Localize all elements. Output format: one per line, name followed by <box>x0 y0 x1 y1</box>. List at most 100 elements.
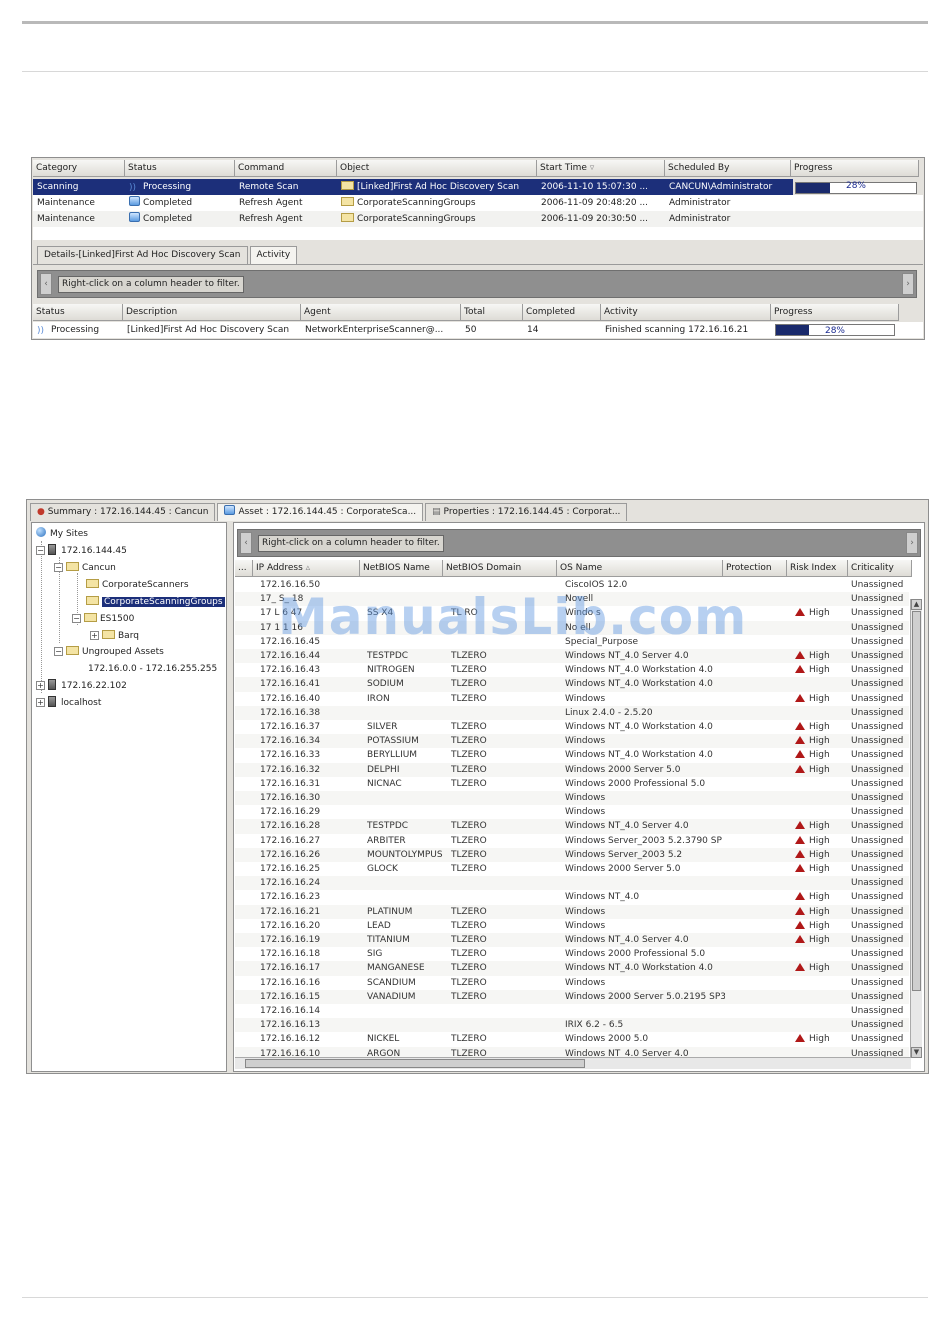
col-description[interactable]: Description <box>123 304 301 321</box>
tree-node-corporate-scanners[interactable]: CorporateScanners <box>86 578 189 593</box>
col-command[interactable]: Command <box>235 160 337 177</box>
scrollbar-thumb[interactable] <box>245 1059 585 1068</box>
tree-node-cancun[interactable]: − Cancun <box>54 561 116 576</box>
horizontal-scrollbar[interactable] <box>235 1057 911 1069</box>
tab-summary[interactable]: ● Summary : 172.16.144.45 : Cancun <box>30 503 216 521</box>
col-agent[interactable]: Agent <box>301 304 461 321</box>
tree-node-corporate-scanning-groups[interactable]: CorporateScanningGroups <box>86 595 225 610</box>
table-row[interactable]: 172.16.16.38 Linux 2.4.0 - 2.5.20 Unassign… <box>235 705 909 720</box>
scroll-left-button[interactable]: ‹ <box>40 273 52 295</box>
col-more[interactable]: ... <box>235 560 253 577</box>
col-activity[interactable]: Activity <box>601 304 771 321</box>
col-netbios-name[interactable]: NetBIOS Name <box>360 560 443 577</box>
col-object[interactable]: Object <box>337 160 537 177</box>
col-os-name[interactable]: OS Name <box>557 560 723 577</box>
scrollbar-thumb[interactable] <box>912 611 921 991</box>
table-row[interactable]: 172.16.16.12 NICKEL TLZERO Windows 2000 5.0… <box>235 1032 909 1047</box>
table-row[interactable]: 172.16.16.29 Windows Unassigned <box>235 805 909 820</box>
col-progress[interactable]: Progress <box>791 160 919 177</box>
table-row[interactable]: 172.16.16.27 ARBITER TLZERO Windows Server_… <box>235 833 909 848</box>
cell-criticality: Unassigned <box>851 991 904 1002</box>
table-row[interactable]: 172.16.16.18 SIG TLZERO Windows 2000 Profes… <box>235 947 909 962</box>
col-criticality[interactable]: Criticality <box>848 560 912 577</box>
table-row[interactable]: 172.16.16.24 Unassigned <box>235 876 909 891</box>
table-row[interactable]: 172.16.16.32 DELPHI TLZERO Windows 2000 Ser… <box>235 762 909 777</box>
table-row[interactable]: 172.16.16.33 BERYLLIUM TLZERO Windows NT_4.… <box>235 748 909 763</box>
table-row[interactable]: 172.16.16.15 VANADIUM TLZERO Windows 2000 S… <box>235 989 909 1004</box>
cell-netbios-domain: TLZERO <box>451 963 487 974</box>
table-row[interactable]: 172.16.16.21 PLATINUM TLZERO Windows Unassig… <box>235 904 909 919</box>
cell-netbios-name: NICKEL <box>367 1034 400 1045</box>
vertical-scrollbar[interactable]: ▲ ▼ <box>910 599 922 1058</box>
tab-activity[interactable]: Activity <box>249 246 298 264</box>
table-row[interactable]: 172.16.16.20 LEAD TLZERO Windows Unassigned H… <box>235 918 909 933</box>
table-row[interactable]: 172.16.16.16 SCANDIUM TLZERO Windows Unassig… <box>235 975 909 990</box>
cell-os-name: Windows NT_4.0 Workstation 4.0 <box>565 963 713 974</box>
table-row[interactable]: 172.16.16.25 GLOCK TLZERO Windows 2000 Serv… <box>235 862 909 877</box>
table-row[interactable]: 172.16.16.37 SILVER TLZERO Windows NT_4.0 W… <box>235 720 909 735</box>
warning-triangle-icon <box>795 722 805 730</box>
table-row[interactable]: 172.16.16.17 MANGANESE TLZERO Windows NT_4.… <box>235 961 909 976</box>
table-row[interactable]: 172.16.16.40 IRON TLZERO Windows Unassigned H… <box>235 691 909 706</box>
col-status[interactable]: Status <box>33 304 123 321</box>
col-category[interactable]: Category <box>33 160 125 177</box>
col-protection[interactable]: Protection <box>723 560 787 577</box>
table-row[interactable]: 172.16.16.23 Windows NT_4.0 Unassigned High <box>235 890 909 905</box>
col-ip-address[interactable]: IP Address ▵ <box>253 560 360 577</box>
scroll-down-button[interactable]: ▼ <box>911 1047 922 1058</box>
cell-risk-index: High <box>795 692 851 706</box>
table-row[interactable]: 172.16.16.41 SODIUM TLZERO Windows NT_4.0 W… <box>235 677 909 692</box>
expand-icon[interactable]: + <box>90 631 99 640</box>
col-progress[interactable]: Progress <box>771 304 899 321</box>
table-row[interactable]: 172.16.16.34 POTASSIUM TLZERO Windows Unassi… <box>235 734 909 749</box>
table-row[interactable]: 172.16.16.30 Windows Unassigned <box>235 791 909 806</box>
table-row[interactable]: 172.16.16.19 TITANIUM TLZERO Windows NT_4.0… <box>235 933 909 948</box>
cell-netbios-name: NITROGEN <box>367 665 415 676</box>
tab-asset[interactable]: Asset : 172.16.144.45 : CorporateSca... <box>217 503 424 521</box>
scroll-left-button[interactable]: ‹ <box>240 532 252 554</box>
cell-netbios-domain: TLZERO <box>451 949 487 960</box>
expand-icon[interactable]: + <box>36 681 45 690</box>
col-completed[interactable]: Completed <box>523 304 601 321</box>
tree-node-site[interactable]: +172.16.22.102 <box>36 679 127 694</box>
activity-row[interactable]: )) Processing [Linked]First Ad Hoc Discov… <box>33 322 923 338</box>
cell-object-label: CorporateScanningGroups <box>357 214 476 224</box>
tree-node-barq[interactable]: + Barq <box>90 629 139 644</box>
tree-node-ip-range[interactable]: 172.16.0.0 - 172.16.255.255 <box>88 662 217 677</box>
tree-node-site[interactable]: − 172.16.144.45 <box>36 544 127 559</box>
table-row[interactable]: 172.16.16.31 NICNAC TLZERO Windows 2000 Pro… <box>235 776 909 791</box>
table-row[interactable]: 172.16.16.13 IRIX 6.2 - 6.5 Unassigned <box>235 1018 909 1033</box>
scroll-right-button[interactable]: › <box>906 532 918 554</box>
col-netbios-domain[interactable]: NetBIOS Domain <box>443 560 557 577</box>
cell-command: Refresh Agent <box>239 198 303 208</box>
collapse-icon[interactable]: − <box>54 563 63 572</box>
table-row[interactable]: 172.16.16.14 Unassigned <box>235 1004 909 1019</box>
col-start-time[interactable]: Start Time ▿ <box>537 160 665 177</box>
tab-properties[interactable]: ▤ Properties : 172.16.144.45 : Corporat.… <box>425 503 628 521</box>
scan-row[interactable]: Scanning )) Processing Remote Scan [Linke… <box>33 179 793 195</box>
cell-criticality: Unassigned <box>851 963 904 974</box>
collapse-icon[interactable]: − <box>54 647 63 656</box>
col-status[interactable]: Status <box>125 160 235 177</box>
tab-details[interactable]: Details-[Linked]First Ad Hoc Discovery S… <box>37 246 248 264</box>
col-risk-index[interactable]: Risk Index <box>787 560 848 577</box>
scan-row[interactable]: Maintenance Completed Refresh Agent Corp… <box>33 195 923 211</box>
scroll-up-button[interactable]: ▲ <box>911 599 922 610</box>
tree-node-localhost[interactable]: + localhost <box>36 696 101 711</box>
expand-icon[interactable]: + <box>36 698 45 707</box>
collapse-icon[interactable]: − <box>36 546 45 555</box>
scroll-right-button[interactable]: › <box>902 273 914 295</box>
scan-row[interactable]: Maintenance Completed Refresh Agent Corp… <box>33 211 923 227</box>
cell-ip-address: 172.16.16.30 <box>260 793 321 803</box>
table-row[interactable]: 172.16.16.43 NITROGEN TLZERO Windows NT_4.0… <box>235 663 909 678</box>
detail-tabs: Details-[Linked]First Ad Hoc Discovery S… <box>37 246 299 264</box>
table-row[interactable]: 172.16.16.44 TESTPDC TLZERO Windows NT_4.0 … <box>235 649 909 664</box>
tree-node-es1500[interactable]: − ES1500 <box>72 612 134 627</box>
collapse-icon[interactable]: − <box>72 614 81 623</box>
col-scheduled-by[interactable]: Scheduled By <box>665 160 791 177</box>
col-total[interactable]: Total <box>461 304 523 321</box>
tree-node-my-sites[interactable]: My Sites <box>36 527 88 542</box>
table-row[interactable]: 172.16.16.28 TESTPDC TLZERO Windows NT_4.0 … <box>235 819 909 834</box>
table-row[interactable]: 172.16.16.26 MOUNTOLYMPUS TLZERO Windows Se… <box>235 847 909 862</box>
tree-node-ungrouped-assets[interactable]: − Ungrouped Assets <box>54 645 164 660</box>
